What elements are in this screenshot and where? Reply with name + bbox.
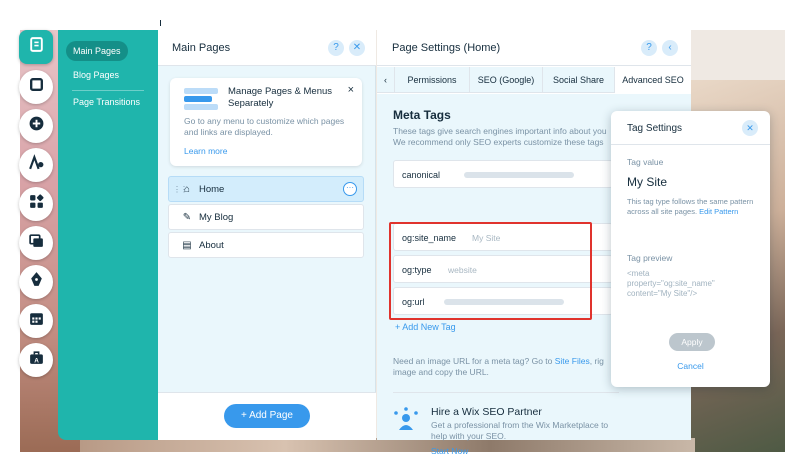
background-button[interactable] <box>19 70 53 104</box>
highlight-annotation <box>389 222 592 320</box>
seo-partner-description: Get a professional from the Wix Marketpl… <box>431 420 609 441</box>
main-pages-panel: Main Pages ? ✕ Manage Pages & Menus Sepa… <box>158 30 376 440</box>
learn-more-link[interactable]: Learn more <box>184 146 227 156</box>
apply-button[interactable]: Apply <box>669 333 715 351</box>
tag-settings-header: Tag Settings ✕ <box>611 111 770 145</box>
bookings-button[interactable] <box>19 304 53 338</box>
page-item-my-blog[interactable]: ✎ My Blog <box>168 204 364 230</box>
collapse-panel-button[interactable]: ‹ <box>662 40 678 56</box>
tip-text: Go to any menu to customize which pages … <box>184 116 345 137</box>
submenu-page-transitions[interactable]: Page Transitions <box>66 92 147 112</box>
site-files-link[interactable]: Site Files <box>555 356 590 366</box>
add-apps-button[interactable] <box>19 187 53 221</box>
tab-seo-google[interactable]: SEO (Google) <box>470 67 543 93</box>
submenu-divider <box>72 90 144 91</box>
square-icon <box>28 76 45 98</box>
meta-desc-line-1: These tags give search engines important… <box>393 126 607 136</box>
media-icon <box>28 232 45 254</box>
blurred-value <box>464 172 574 178</box>
svg-text:A: A <box>34 357 39 364</box>
page-icon: ▤ <box>182 239 192 251</box>
help-button[interactable]: ? <box>641 40 657 56</box>
hint-text-line-2: image and copy the URL. <box>393 367 489 377</box>
pen-icon: ✎ <box>182 211 192 223</box>
image-url-hint: Need an image URL for a meta tag? Go to … <box>393 356 619 378</box>
plus-circle-icon <box>28 115 45 137</box>
manage-menus-tip: Manage Pages & Menus Separately × Go to … <box>170 78 362 166</box>
drag-handle-icon[interactable]: ⋮⋮ <box>173 185 188 194</box>
submenu-main-pages[interactable]: Main Pages <box>66 41 128 61</box>
design-button[interactable] <box>19 148 53 182</box>
media-button[interactable] <box>19 226 53 260</box>
pen-nib-icon <box>28 271 45 293</box>
preview-line: <meta <box>627 269 650 278</box>
text-style-icon <box>28 154 45 176</box>
preview-line: content="My Site"/> <box>627 289 698 298</box>
tag-key: canonical <box>402 170 441 180</box>
tag-settings-panel: Tag Settings ✕ Tag value My Site This ta… <box>611 111 770 387</box>
tag-preview-code: <meta property="og:site_name" content="M… <box>627 269 759 299</box>
menu-illustration-icon <box>184 88 218 110</box>
pages-icon <box>28 36 45 58</box>
section-divider <box>393 392 619 393</box>
ruler-mark <box>160 20 161 26</box>
hint-text-end: , rig <box>589 356 604 366</box>
tag-value-input[interactable]: My Site <box>627 175 667 189</box>
preview-line: property="og:site_name" <box>627 279 715 288</box>
blog-button[interactable] <box>19 265 53 299</box>
my-business-button[interactable]: A <box>19 343 53 377</box>
briefcase-icon: A <box>28 349 45 371</box>
add-new-tag-link[interactable]: + Add New Tag <box>395 322 456 332</box>
page-settings-title: Page Settings (Home) <box>392 42 501 54</box>
add-elements-button[interactable] <box>19 109 53 143</box>
page-item-label: About <box>199 239 224 251</box>
main-pages-title: Main Pages <box>172 42 231 54</box>
tag-row-canonical[interactable]: canonical <box>393 160 613 188</box>
submenu-blog-pages[interactable]: Blog Pages <box>66 65 126 85</box>
tab-advanced-seo[interactable]: Advanced SEO <box>615 67 691 94</box>
tabs-scroll-left-icon[interactable]: ‹ <box>377 67 395 93</box>
pages-submenu: Main Pages Blog Pages Page Transitions <box>58 30 158 440</box>
apps-grid-icon <box>28 193 45 215</box>
tab-social-share[interactable]: Social Share <box>543 67 615 93</box>
calendar-icon <box>28 310 45 332</box>
editor-left-rail: A <box>17 28 57 410</box>
tab-permissions[interactable]: Permissions <box>395 67 470 93</box>
close-icon[interactable]: ✕ <box>742 120 758 136</box>
page-settings-header: Page Settings (Home) ? ‹ <box>377 30 691 66</box>
edit-pattern-link[interactable]: Edit Pattern <box>699 207 738 216</box>
meta-tags-description: These tags give search engines important… <box>393 126 623 148</box>
page-item-label: Home <box>199 183 225 195</box>
more-actions-button[interactable]: ··· <box>343 182 357 196</box>
add-page-button[interactable]: + Add Page <box>224 404 310 428</box>
page-item-label: My Blog <box>199 211 234 223</box>
seo-partner-title: Hire a Wix SEO Partner <box>431 406 542 418</box>
page-item-about[interactable]: ▤ About <box>168 232 364 258</box>
tip-close-icon[interactable]: × <box>348 84 354 96</box>
help-button[interactable]: ? <box>328 40 344 56</box>
tag-settings-title: Tag Settings <box>627 123 683 134</box>
tag-value-label: Tag value <box>627 157 664 167</box>
tag-pattern-note: This tag type follows the same pattern a… <box>627 197 759 217</box>
hint-text: Need an image URL for a meta tag? Go to <box>393 356 555 366</box>
meta-desc-line-2: We recommend only SEO experts customize … <box>393 137 604 147</box>
add-page-footer: + Add Page <box>158 392 376 440</box>
start-now-link[interactable]: Start Now <box>431 446 468 456</box>
tag-preview-label: Tag preview <box>627 253 673 263</box>
cancel-link[interactable]: Cancel <box>611 361 770 371</box>
page-item-home[interactable]: ⋮⋮ ⌂ Home ··· <box>168 176 364 202</box>
pages-menu-button[interactable] <box>19 30 53 64</box>
pages-list: ⋮⋮ ⌂ Home ··· ✎ My Blog ▤ About <box>168 176 364 260</box>
close-panel-button[interactable]: ✕ <box>349 40 365 56</box>
seo-partner-icon <box>391 406 421 436</box>
meta-tags-title: Meta Tags <box>393 108 451 122</box>
tip-title: Manage Pages & Menus Separately <box>228 86 333 109</box>
settings-tabs: ‹ Permissions SEO (Google) Social Share … <box>377 67 691 94</box>
main-pages-header: Main Pages ? ✕ <box>158 30 376 66</box>
